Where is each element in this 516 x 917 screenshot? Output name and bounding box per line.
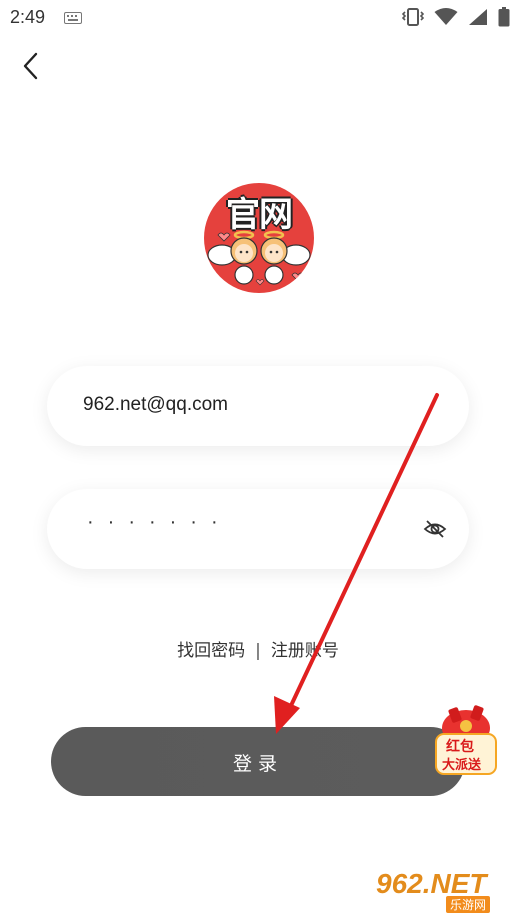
signal-icon	[469, 9, 487, 25]
angel-illustration	[207, 230, 311, 286]
password-mask: ·······	[87, 511, 232, 533]
link-separator: |	[255, 641, 261, 661]
red-packet-badge[interactable]: 红包 大派送	[432, 700, 500, 776]
forgot-password-link[interactable]: 找回密码	[177, 636, 245, 661]
red-packet-line1: 红包	[446, 739, 474, 755]
vibrate-icon	[402, 8, 424, 26]
site-watermark: 962.NET 乐游网	[376, 866, 512, 914]
app-logo: 官网	[204, 183, 314, 293]
wifi-icon	[434, 8, 458, 25]
eye-off-icon	[423, 520, 447, 538]
login-button[interactable]: 登录	[51, 727, 465, 796]
email-field[interactable]: 962.net@qq.com	[47, 366, 469, 446]
battery-icon	[498, 7, 510, 27]
status-bar: 2:49	[0, 0, 516, 36]
keyboard-icon	[64, 12, 82, 24]
chevron-left-icon	[23, 52, 38, 80]
register-link[interactable]: 注册账号	[271, 636, 339, 661]
account-links: 找回密码 | 注册账号	[0, 636, 516, 661]
toggle-password-visibility-button[interactable]	[423, 517, 447, 541]
back-button[interactable]	[16, 50, 48, 82]
status-time: 2:49	[10, 7, 46, 27]
password-field[interactable]: ·······	[47, 489, 469, 569]
watermark-sub: 乐游网	[446, 896, 491, 913]
red-packet-line2: 大派送	[442, 758, 482, 773]
email-value: 962.net@qq.com	[83, 394, 228, 415]
login-label: 登录	[232, 753, 283, 775]
